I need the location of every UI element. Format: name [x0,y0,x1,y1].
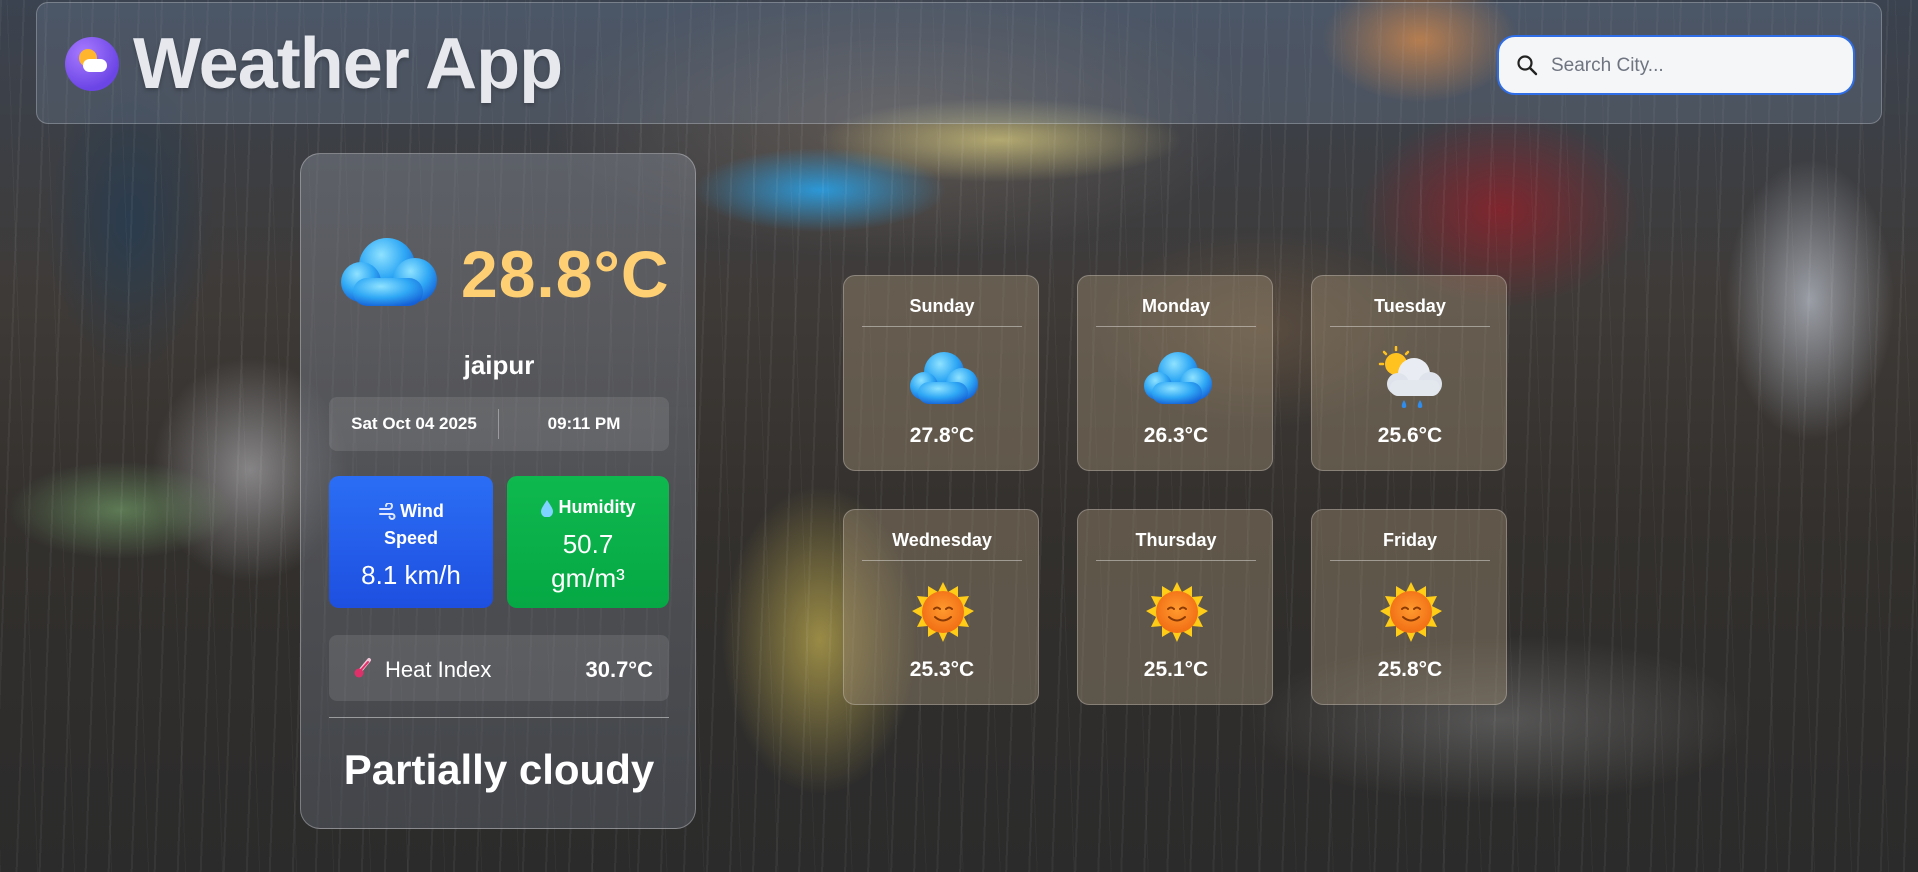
sun-icon [1146,582,1208,642]
forecast-card-sunday: Sunday 27.8°C [843,275,1039,471]
forecast-card-thursday: Thursday 25.1°C [1077,509,1273,705]
current-time: 09:11 PM [547,414,621,433]
humidity-value: 50.7 gm/m³ [551,529,625,593]
current-temperature: 28.8°C [461,237,670,311]
search-box[interactable] [1497,35,1855,95]
forecast-card-tuesday: Tuesday 25.6°C [1311,275,1507,471]
humidity-card: Humidity 50.7 gm/m³ [507,476,669,608]
forecast-day: Tuesday [1374,296,1446,316]
app-title: Weather App [133,24,563,104]
forecast-day: Thursday [1135,530,1217,550]
search-input[interactable] [1549,37,1843,95]
forecast-temperature: 27.8°C [909,424,975,447]
current-date: Sat Oct 04 2025 [351,414,477,433]
sun-icon [1380,582,1442,642]
forecast-day: Wednesday [892,530,992,550]
heat-index-value: 30.7°C [585,657,653,682]
wind-speed-card: Wind Speed 8.1 km/h [329,476,493,608]
forecast-day: Monday [1141,296,1210,316]
forecast-card-wednesday: Wednesday 25.3°C [843,509,1039,705]
cloud-icon [341,238,437,306]
droplet-icon [541,500,554,518]
forecast-day: Sunday [909,296,975,316]
forecast-temperature: 26.3°C [1143,424,1209,447]
weather-condition: Partially cloudy [343,746,655,793]
wind-icon [379,503,396,521]
sun-rain-cloud-icon [1378,346,1442,408]
sun-icon [912,582,974,642]
date-time-bar: Sat Oct 04 2025 09:11 PM [329,397,669,451]
thermometer-icon [354,658,371,678]
divider [329,717,669,718]
forecast-temperature: 25.3°C [909,658,975,681]
search-icon [1517,55,1538,76]
heat-index-label: Heat Index [385,657,492,682]
forecast-card-friday: Friday 25.8°C [1311,509,1507,705]
city-name: jaipur [463,350,535,380]
cloud-icon [910,352,978,404]
current-weather-card: 28.8°C jaipur Sat Oct 04 2025 09:11 PM W… [300,153,696,829]
forecast-day: Friday [1382,530,1438,550]
forecast-temperature: 25.6°C [1377,424,1443,447]
cloud-icon [1144,352,1212,404]
forecast-temperature: 25.8°C [1377,658,1443,681]
wind-speed-value: 8.1 km/h [361,560,461,590]
forecast-temperature: 25.1°C [1143,658,1209,681]
humidity-label: Humidity [558,497,636,517]
heat-index-row: Heat Index 30.7°C [329,635,669,701]
app-header: Weather App [36,2,1882,124]
forecast-card-monday: Monday 26.3°C [1077,275,1273,471]
app-logo-icon [65,37,119,91]
